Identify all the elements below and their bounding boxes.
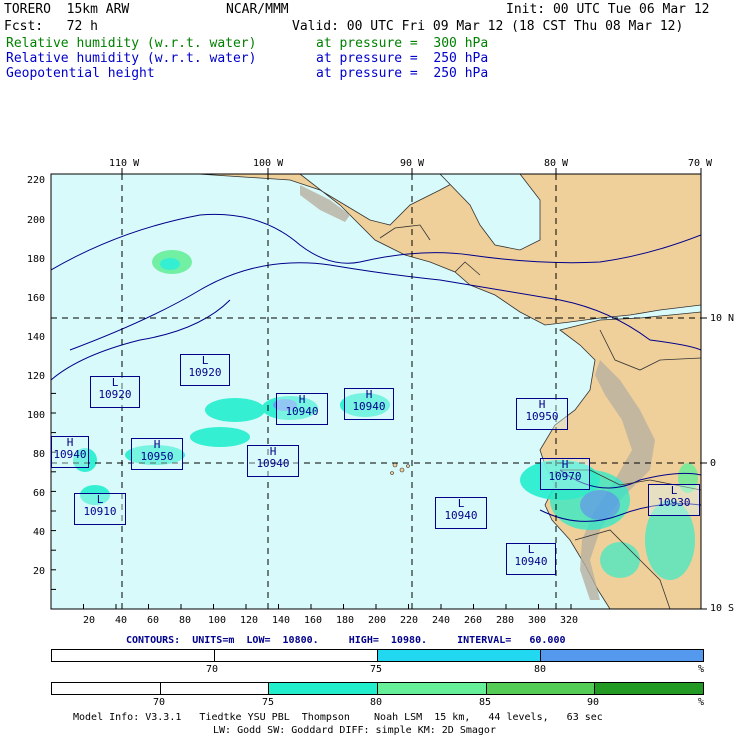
colorbar1-label: 80	[534, 664, 547, 675]
x-tick: 300	[528, 615, 547, 626]
pressure-low: L 10910	[74, 493, 126, 525]
colorbar-cell	[378, 683, 487, 694]
colorbar-cell	[160, 683, 270, 694]
y-tick: 220	[27, 175, 46, 186]
colorbar1-label: 70	[206, 664, 219, 675]
x-tick: 240	[432, 615, 451, 626]
colorbar-cell	[269, 683, 379, 694]
colorbar-cell	[541, 650, 703, 661]
x-tick: 140	[272, 615, 291, 626]
colorbar-cell	[378, 650, 541, 661]
pressure-low: L 10920	[90, 376, 140, 408]
colorbar1-label: %	[698, 664, 705, 675]
x-tick: 60	[147, 615, 160, 626]
y-tick: 120	[27, 371, 46, 382]
colorbar-250hpa	[51, 682, 704, 695]
pressure-low: L 10940	[435, 497, 487, 529]
colorbar2-label: 90	[587, 697, 600, 708]
colorbar-cell	[595, 683, 704, 694]
y-tick: 200	[27, 215, 46, 226]
pressure-low: L 10920	[180, 354, 230, 386]
colorbar2-label: 80	[370, 697, 383, 708]
x-tick: 20	[83, 615, 96, 626]
x-tick: 260	[464, 615, 483, 626]
model-info-2: LW: Godd SW: Goddard DIFF: simple KM: 2D…	[213, 725, 496, 736]
colorbar-cell	[215, 650, 378, 661]
pressure-high: H 10970	[540, 458, 590, 490]
lat-label-10n: 10 N	[710, 313, 735, 324]
y-tick: 140	[27, 332, 46, 343]
pressure-high: H 10940	[247, 445, 299, 477]
lat-label-0: 0	[710, 458, 717, 469]
x-tick: 80	[179, 615, 192, 626]
colorbar2-label: 70	[153, 697, 166, 708]
colorbar-cell	[52, 683, 161, 694]
y-tick: 20	[33, 566, 46, 577]
colorbar1-label: 75	[370, 664, 383, 675]
pressure-high: H 10950	[131, 438, 183, 470]
y-tick: 160	[27, 293, 46, 304]
colorbar2-label: %	[698, 697, 705, 708]
model-info: Model Info: V3.3.1 Tiedtke YSU PBL Thomp…	[73, 712, 603, 723]
x-tick: 320	[560, 615, 579, 626]
map-canvas	[50, 168, 707, 610]
pressure-high: H 10940	[276, 393, 328, 425]
colorbar-cell	[52, 650, 215, 661]
lat-label-10s: 10 S	[710, 603, 735, 614]
x-tick: 40	[115, 615, 128, 626]
x-tick: 280	[496, 615, 515, 626]
colorbar2-label: 85	[479, 697, 492, 708]
x-tick: 100	[208, 615, 227, 626]
y-tick: 180	[27, 254, 46, 265]
lon-label-80w: 80 W	[544, 158, 569, 169]
colorbar-300hpa	[51, 649, 704, 662]
y-tick: 80	[33, 449, 46, 460]
lon-label-100w: 100 W	[253, 158, 284, 169]
pressure-low: L 10930	[648, 484, 700, 516]
pressure-high: H 10950	[516, 398, 568, 430]
x-tick: 160	[304, 615, 323, 626]
contours-label: CONTOURS: UNITS=m LOW= 10800. HIGH= 1098…	[126, 635, 566, 646]
lon-label-110w: 110 W	[109, 158, 140, 169]
lon-label-70w: 70 W	[688, 158, 713, 169]
pressure-high: H 10940	[344, 388, 394, 420]
pressure-low: L 10940	[506, 543, 556, 575]
x-tick: 120	[240, 615, 259, 626]
x-tick: 220	[400, 615, 419, 626]
x-tick: 180	[336, 615, 355, 626]
colorbar2-label: 75	[262, 697, 275, 708]
y-tick: 40	[33, 527, 46, 538]
lon-label-90w: 90 W	[400, 158, 425, 169]
y-tick: 60	[33, 488, 46, 499]
y-tick: 100	[27, 410, 46, 421]
colorbar-cell	[486, 683, 596, 694]
pressure-high: H 10940	[51, 436, 89, 468]
x-tick: 200	[368, 615, 387, 626]
